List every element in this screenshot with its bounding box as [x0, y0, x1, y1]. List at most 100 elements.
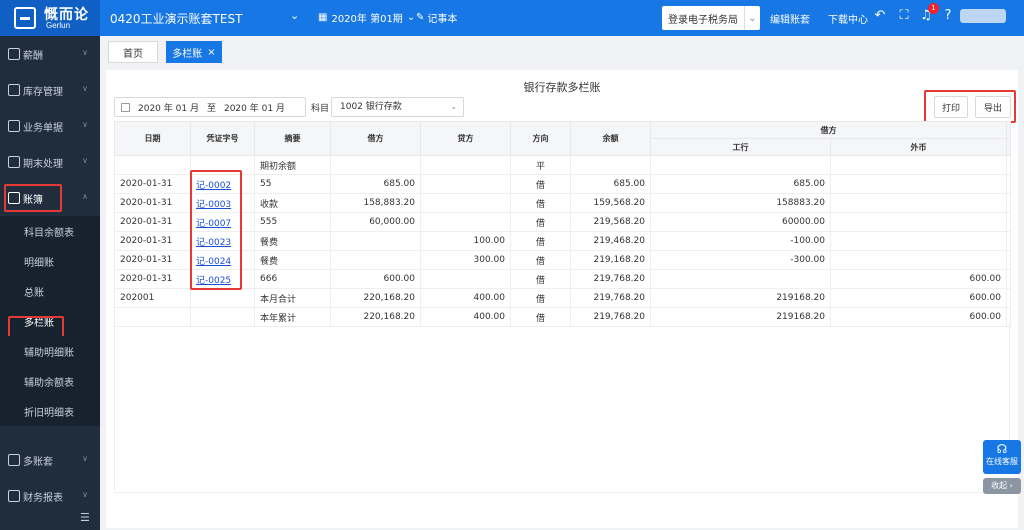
- column-header-foreign-currency[interactable]: 外币: [830, 138, 1007, 156]
- voucher-link[interactable]: 记-0002: [196, 181, 231, 191]
- column-header-balance[interactable]: 余额: [570, 121, 651, 156]
- avatar[interactable]: [960, 9, 1006, 23]
- cell-spacer: [1006, 288, 1011, 308]
- sidebar-subitem-multi-column[interactable]: 多栏账: [0, 306, 100, 336]
- sidebar-item-reports[interactable]: 财务报表 ∨: [0, 478, 100, 514]
- cell-debit: [330, 155, 421, 175]
- sidebar-item-inventory[interactable]: 库存管理 ∨: [0, 72, 100, 108]
- chevron-down-icon: ∨: [82, 454, 88, 463]
- sidebar-item-ledgers[interactable]: 账簿 ∧: [0, 180, 100, 216]
- cell-balance: [570, 155, 651, 175]
- column-header-direction[interactable]: 方向: [510, 121, 571, 156]
- notepad-icon: ✎: [416, 12, 425, 23]
- fold-button[interactable]: 收起 ›: [983, 478, 1021, 494]
- cell-balance: 219,468.20: [570, 231, 651, 251]
- period-selector[interactable]: ▦ 2020年 第01期 ⌄: [318, 10, 415, 25]
- sidebar-subitem-aux-detail[interactable]: 辅助明细账: [0, 336, 100, 366]
- collapse-menu-icon[interactable]: ☰: [80, 511, 90, 524]
- table-row[interactable]: 202001 本月合计 220,168.20 400.00 借 219,768.20 219…: [114, 288, 1011, 308]
- help-icon[interactable]: ?: [940, 8, 956, 24]
- cell-credit: [420, 212, 511, 232]
- chevron-up-icon: ∧: [82, 192, 88, 201]
- cell-direction: 借: [510, 212, 571, 232]
- calendar-icon: [121, 102, 130, 112]
- chevron-down-icon: ⌄: [406, 12, 416, 23]
- sidebar-item-business-docs[interactable]: 业务单据 ∨: [0, 108, 100, 144]
- subject-select[interactable]: 1002 银行存款 ⌄: [331, 97, 464, 117]
- account-name[interactable]: 0420工业演示账套TEST: [110, 10, 242, 27]
- notepad-link[interactable]: ✎ 记事本: [416, 10, 457, 25]
- table-row[interactable]: 2020-01-31 记-0023 餐费 100.00 借 219,468.20 -100.…: [114, 231, 1011, 251]
- column-group-debit: 借方: [650, 121, 1007, 139]
- voucher-link[interactable]: 记-0007: [196, 219, 231, 229]
- tab-multi-column[interactable]: 多栏账 ×: [166, 41, 222, 63]
- chevron-down-icon: ⌄: [450, 102, 457, 111]
- cell-direction: 借: [510, 231, 571, 251]
- cell-date: 2020-01-31: [114, 212, 191, 232]
- sidebar-item-period-end[interactable]: 期末处理 ∨: [0, 144, 100, 180]
- sidebar-subitem-detail-ledger[interactable]: 明细账: [0, 246, 100, 276]
- calculator-icon: [8, 156, 20, 168]
- online-service-label: 在线客服: [986, 457, 1018, 466]
- close-icon[interactable]: ×: [207, 47, 215, 58]
- chevron-down-icon: ∨: [82, 490, 88, 499]
- column-header-summary[interactable]: 摘要: [254, 121, 331, 156]
- table-row[interactable]: 2020-01-31 记-0024 餐费 300.00 借 219,168.20 -300.…: [114, 250, 1011, 270]
- tax-login-button[interactable]: 登录电子税务局 ⌄: [662, 6, 760, 30]
- column-header-voucher[interactable]: 凭证字号: [190, 121, 255, 156]
- column-header-icbc[interactable]: 工行: [650, 138, 831, 156]
- logo-icon: [14, 7, 36, 29]
- fold-label: 收起: [991, 481, 1008, 490]
- table-row[interactable]: 2020-01-31 记-0003 收款 158,883.20 借 159,568.20 1…: [114, 193, 1011, 213]
- chevron-down-icon[interactable]: ⌄: [745, 13, 760, 24]
- voucher-link[interactable]: 记-0024: [196, 257, 231, 267]
- cell-spacer: [1006, 269, 1011, 289]
- cell-icbc: [650, 269, 831, 289]
- sidebar-subitem-general-ledger[interactable]: 总账: [0, 276, 100, 306]
- voucher-link[interactable]: 记-0025: [196, 276, 231, 286]
- date-range-picker[interactable]: 2020 年 01 月 至 2020 年 01 月: [114, 97, 306, 117]
- logo[interactable]: 慨而论 Gerlun: [0, 0, 100, 36]
- online-service-button[interactable]: ☊ 在线客服: [983, 440, 1021, 474]
- cell-foreign-currency: 600.00: [830, 288, 1007, 308]
- undo-icon[interactable]: ↶: [872, 8, 888, 24]
- cell-debit: [330, 231, 421, 251]
- print-button[interactable]: 打印: [934, 96, 968, 118]
- cell-voucher: 记-0023: [190, 231, 255, 251]
- edit-account-link[interactable]: 编辑账套: [770, 11, 810, 26]
- sidebar-subitem-subject-balance[interactable]: 科目余额表: [0, 216, 100, 246]
- cell-direction: 平: [510, 155, 571, 175]
- table-row[interactable]: 2020-01-31 记-0025 666 600.00 借 219,768.20 600.…: [114, 269, 1011, 289]
- cell-credit: 400.00: [420, 288, 511, 308]
- chevron-down-icon: ∨: [82, 48, 88, 57]
- sidebar-subitem-aux-balance[interactable]: 辅助余额表: [0, 366, 100, 396]
- chevron-down-icon[interactable]: ⌄: [290, 9, 299, 22]
- voucher-link[interactable]: 记-0003: [196, 200, 231, 210]
- column-header-date[interactable]: 日期: [114, 121, 191, 156]
- period-label: 2020年 第01期: [331, 14, 403, 25]
- cell-spacer: [1006, 155, 1011, 175]
- export-button[interactable]: 导出: [975, 96, 1011, 118]
- date-separator: 至: [206, 103, 216, 114]
- table-row[interactable]: 2020-01-31 记-0002 55 685.00 借 685.00 685.00: [114, 174, 1011, 194]
- cell-debit: 220,168.20: [330, 288, 421, 308]
- column-header-debit[interactable]: 借方: [330, 121, 421, 156]
- cell-date: 2020-01-31: [114, 174, 191, 194]
- subject-value: 1002 银行存款: [340, 102, 402, 112]
- tab-home[interactable]: 首页: [108, 41, 158, 63]
- fullscreen-icon[interactable]: ⛶: [896, 8, 912, 24]
- column-header-credit[interactable]: 贷方: [420, 121, 511, 156]
- cell-icbc: 60000.00: [650, 212, 831, 232]
- sidebar-item-multi-account[interactable]: 多账套 ∨: [0, 442, 100, 478]
- sidebar-subitem-depreciation[interactable]: 折旧明细表: [0, 396, 100, 426]
- cell-direction: 借: [510, 269, 571, 289]
- sidebar-item-salary[interactable]: 薪酬 ∨: [0, 36, 100, 72]
- voucher-link[interactable]: 记-0023: [196, 238, 231, 248]
- table-row[interactable]: 期初余额 平: [114, 155, 1011, 175]
- download-center-link[interactable]: 下载中心: [828, 11, 868, 26]
- chevron-down-icon: ∨: [82, 120, 88, 129]
- cell-voucher: 记-0025: [190, 269, 255, 289]
- sidebar-item-label: 薪酬: [23, 50, 43, 62]
- chevron-down-icon: ∨: [82, 84, 88, 93]
- table-row[interactable]: 2020-01-31 记-0007 555 60,000.00 借 219,568.20 6…: [114, 212, 1011, 232]
